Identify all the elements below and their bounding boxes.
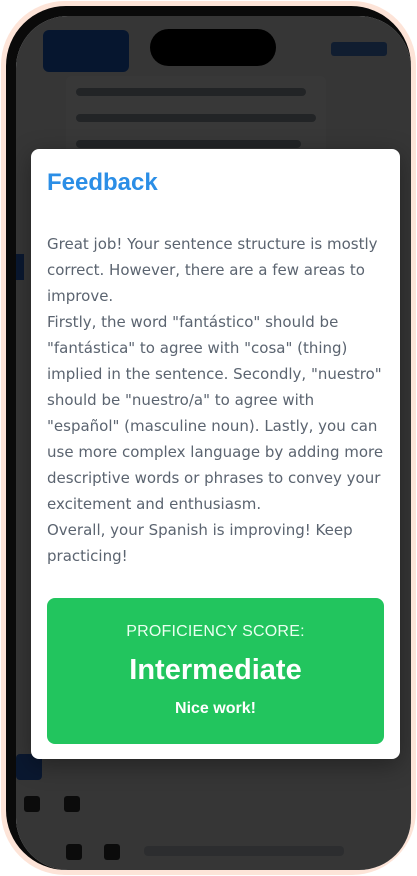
modal-title: Feedback xyxy=(47,169,158,196)
feedback-paragraph: Overall, your Spanish is improving! Keep… xyxy=(47,521,353,565)
dynamic-island xyxy=(150,29,276,66)
proficiency-score-card: PROFICIENCY SCORE: Intermediate Nice wor… xyxy=(47,598,384,744)
feedback-modal: Feedback Great job! Your sentence struct… xyxy=(31,149,400,759)
feedback-paragraph: Firstly, the word "fantástico" should be… xyxy=(47,313,384,513)
phone-frame: Feedback Great job! Your sentence struct… xyxy=(1,1,416,875)
score-value: Intermediate xyxy=(129,654,302,686)
score-note: Nice work! xyxy=(175,700,256,717)
phone-bezel: Feedback Great job! Your sentence struct… xyxy=(6,6,411,870)
feedback-text: Great job! Your sentence structure is mo… xyxy=(47,231,387,569)
screen: Feedback Great job! Your sentence struct… xyxy=(16,16,411,870)
feedback-paragraph: Great job! Your sentence structure is mo… xyxy=(47,235,378,305)
score-label: PROFICIENCY SCORE: xyxy=(126,623,305,640)
